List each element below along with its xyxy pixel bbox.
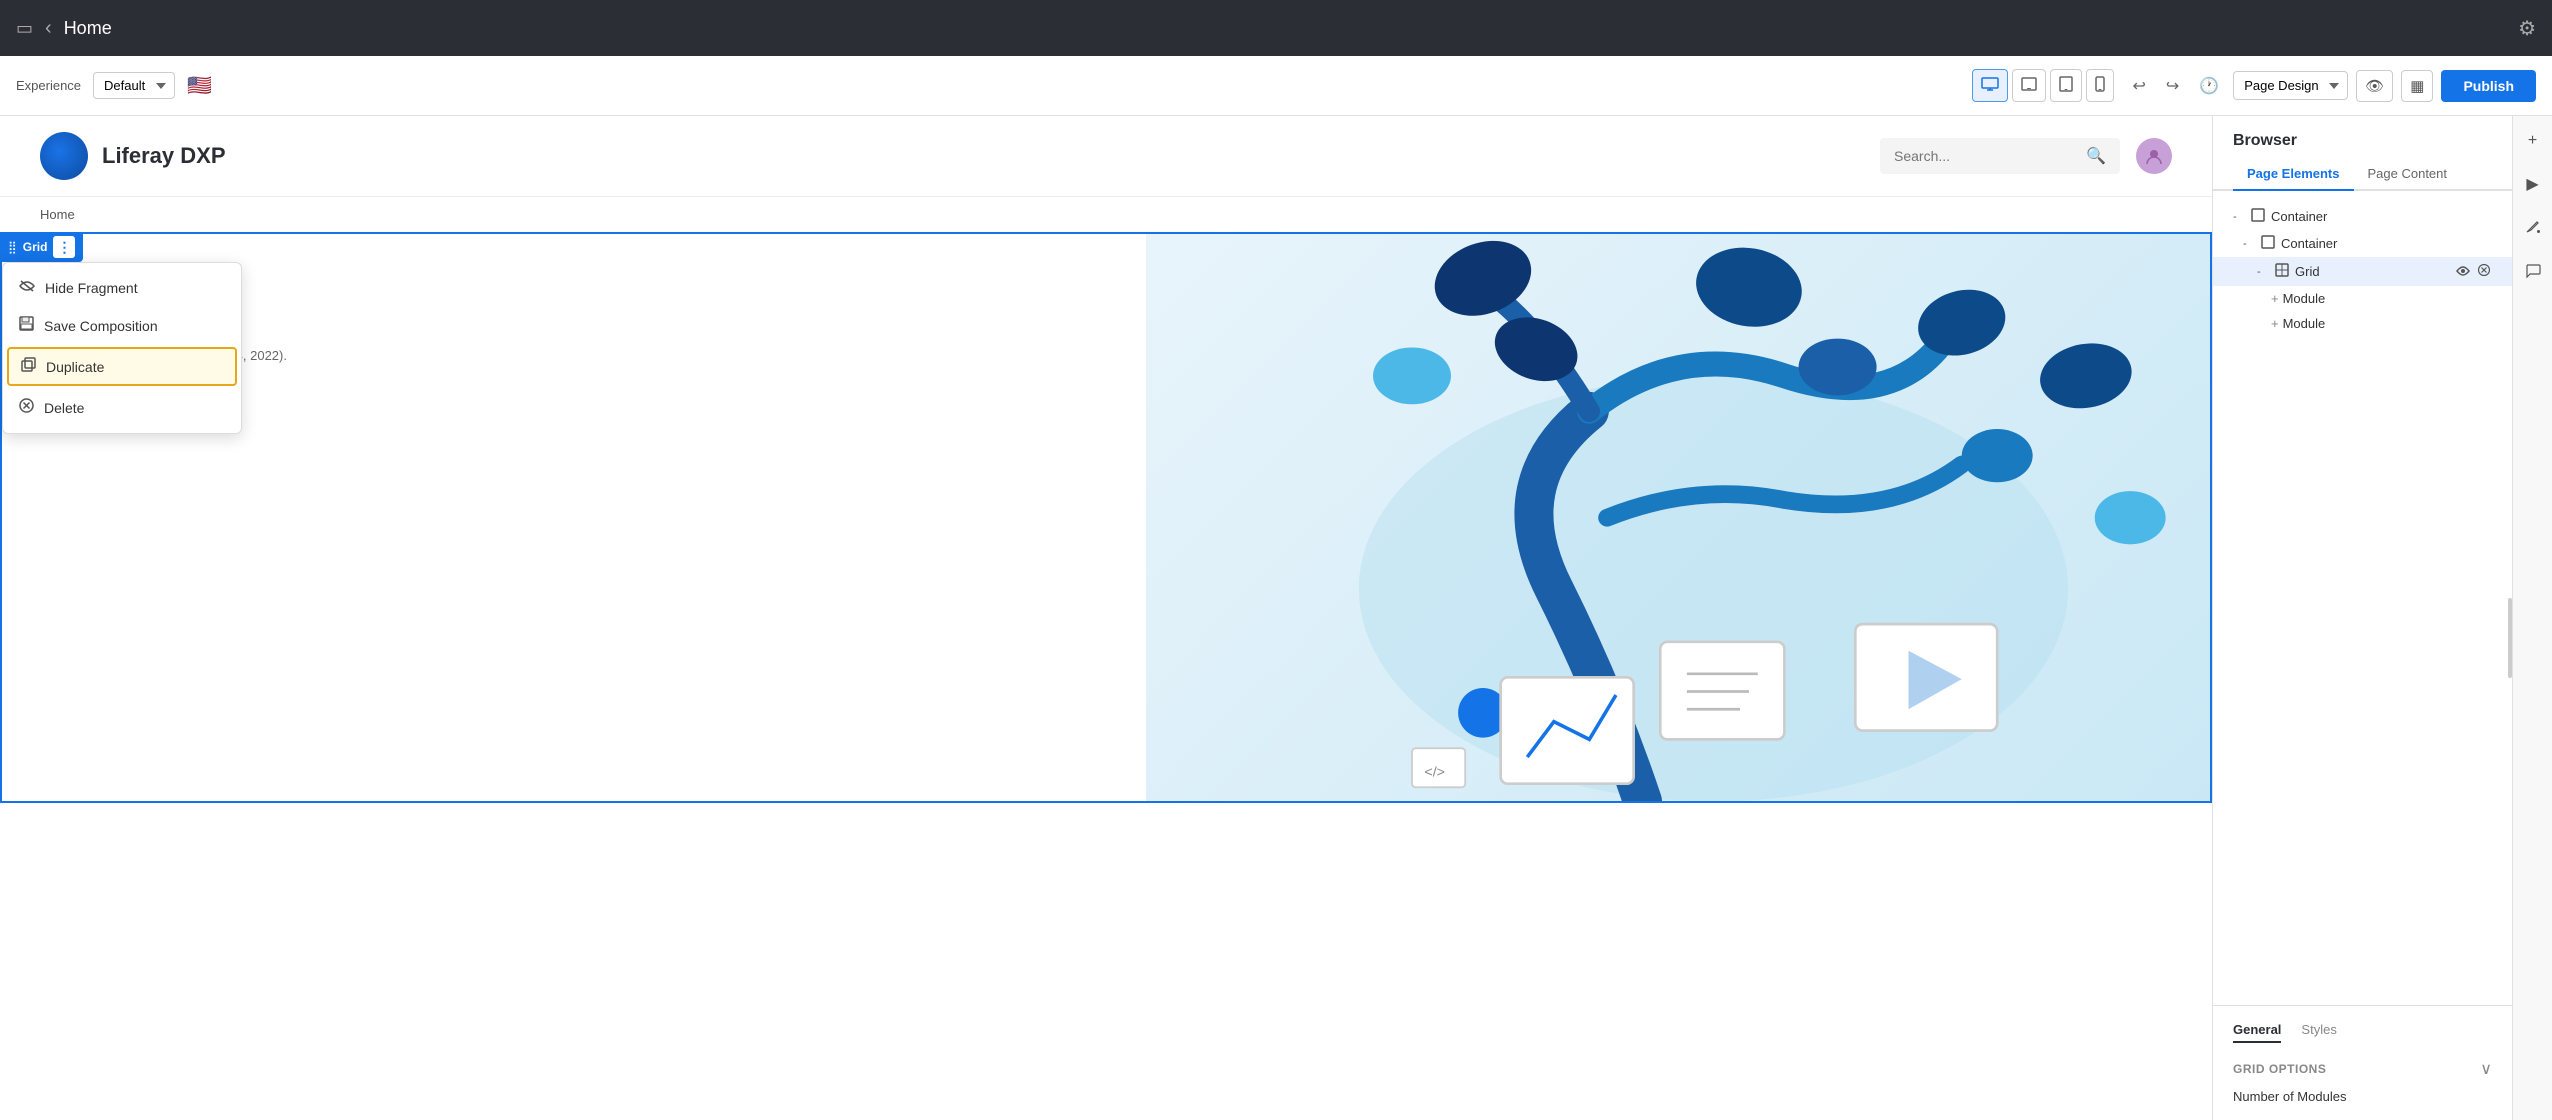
main-layout: Liferay DXP 🔍 Home ⣿ Grid ⋮: [0, 116, 2552, 1120]
breadcrumb: Home: [0, 197, 2212, 232]
far-right-chat-btn[interactable]: [2521, 259, 2545, 288]
history-button[interactable]: 🕐: [2193, 72, 2225, 100]
layout-button[interactable]: ▦: [2401, 70, 2433, 102]
user-avatar[interactable]: [2136, 138, 2172, 174]
fragment-area: ⣿ Grid ⋮ Hide Fragment Save Composition: [0, 232, 2212, 803]
view-button[interactable]: 👁: [2356, 70, 2393, 102]
tree-toggle-container2[interactable]: -: [2243, 238, 2257, 250]
top-bar-left: ▭ ‹ Home: [16, 17, 112, 40]
bottom-tabs: General Styles: [2233, 1022, 2492, 1043]
right-sidebar: Browser Page Elements Page Content - Con…: [2212, 116, 2512, 1120]
page-design-select[interactable]: Page Design: [2233, 71, 2348, 100]
context-menu-duplicate[interactable]: Duplicate: [7, 347, 237, 386]
tab-styles[interactable]: Styles: [2301, 1022, 2336, 1043]
tab-general[interactable]: General: [2233, 1022, 2281, 1043]
module2-plus: +: [2271, 316, 2279, 331]
far-right-add-btn[interactable]: +: [2524, 128, 2541, 154]
fragment-menu-button[interactable]: ⋮: [53, 236, 75, 258]
grid-visibility-btn[interactable]: [2454, 262, 2472, 281]
grid-options-title: GRID OPTIONS: [2233, 1062, 2326, 1076]
canvas-content: Welcom Liferay Digital E...(Cavanaugh / …: [2, 234, 2210, 801]
site-title: Liferay DXP: [102, 143, 1880, 169]
device-desktop-btn[interactable]: [1972, 69, 2008, 102]
device-icons: [1972, 69, 2114, 102]
element-tree: - Container - Container - Grid: [2213, 191, 2512, 1005]
context-menu-save[interactable]: Save Composition: [3, 306, 241, 345]
context-menu-delete[interactable]: Delete: [3, 388, 241, 427]
tree-label-container1: Container: [2271, 209, 2327, 224]
site-search-bar[interactable]: 🔍: [1880, 138, 2120, 174]
container-icon-1: [2251, 208, 2265, 225]
grid-options-toggle[interactable]: ∨: [2480, 1059, 2492, 1079]
page-title: Home: [64, 18, 112, 39]
canvas-area: Liferay DXP 🔍 Home ⣿ Grid ⋮: [0, 116, 2212, 1120]
num-modules-row: Number of Modules: [2233, 1089, 2492, 1104]
far-right-panel: + ▶: [2512, 116, 2552, 1120]
search-input[interactable]: [1894, 148, 2078, 164]
device-tablet-btn[interactable]: [2050, 69, 2082, 102]
far-right-play-btn[interactable]: ▶: [2522, 170, 2542, 198]
tree-label-container2: Container: [2281, 236, 2337, 251]
experience-label: Experience: [16, 78, 81, 93]
context-menu: Hide Fragment Save Composition Duplicate: [2, 262, 242, 434]
context-menu-duplicate-label: Duplicate: [46, 359, 104, 375]
tab-page-elements[interactable]: Page Elements: [2233, 158, 2354, 191]
device-laptop-btn[interactable]: [2012, 69, 2046, 102]
tree-label-module1: Module: [2283, 291, 2326, 306]
grid-tree-actions: [2454, 262, 2492, 281]
grid-tree-icon: [2275, 263, 2289, 280]
back-arrow-icon[interactable]: ‹: [45, 17, 52, 40]
toolbar: Experience Default 🇺🇸 ↩ ↪ 🕐 Page Design …: [0, 56, 2552, 116]
svg-text:</>: </>: [1424, 765, 1445, 781]
sidebar-toggle-icon[interactable]: ▭: [16, 18, 33, 39]
toolbar-actions: ↩ ↪ 🕐 Page Design 👁 ▦ Publish: [2126, 70, 2536, 102]
tree-item-module2[interactable]: + Module: [2213, 311, 2512, 336]
hide-icon: [19, 279, 35, 296]
browser-title: Browser: [2213, 116, 2512, 158]
tree-label-grid: Grid: [2295, 264, 2320, 279]
experience-select[interactable]: Default: [93, 72, 175, 99]
grid-options-section: GRID OPTIONS ∨: [2233, 1059, 2492, 1079]
search-icon: 🔍: [2086, 146, 2106, 166]
grid-remove-btn[interactable]: [2476, 262, 2492, 281]
context-menu-hide-label: Hide Fragment: [45, 280, 138, 296]
breadcrumb-home[interactable]: Home: [40, 207, 75, 222]
redo-button[interactable]: ↪: [2160, 72, 2185, 100]
publish-button[interactable]: Publish: [2441, 70, 2536, 102]
gear-icon[interactable]: ⚙: [2518, 16, 2536, 41]
undo-button[interactable]: ↩: [2126, 72, 2151, 100]
tree-item-grid[interactable]: - Grid: [2213, 257, 2512, 286]
browser-tabs: Page Elements Page Content: [2213, 158, 2512, 191]
device-mobile-btn[interactable]: [2086, 69, 2114, 102]
duplicate-icon: [21, 357, 36, 376]
tree-item-module1[interactable]: + Module: [2213, 286, 2512, 311]
site-header: Liferay DXP 🔍: [0, 116, 2212, 197]
fragment-label: Grid: [23, 240, 48, 254]
delete-icon: [19, 398, 34, 417]
module1-plus: +: [2271, 291, 2279, 306]
flag-icon: 🇺🇸: [187, 73, 212, 98]
save-icon: [19, 316, 34, 335]
site-logo: [40, 132, 88, 180]
tree-item-container2[interactable]: - Container: [2213, 230, 2512, 257]
fragment-drag-handle[interactable]: ⣿: [8, 240, 17, 254]
tab-page-content[interactable]: Page Content: [2354, 158, 2462, 191]
tree-toggle-container1[interactable]: -: [2233, 211, 2247, 223]
num-modules-label: Number of Modules: [2233, 1089, 2346, 1104]
context-menu-save-label: Save Composition: [44, 318, 158, 334]
top-bar: ▭ ‹ Home ⚙: [0, 0, 2552, 56]
scroll-indicator: [2508, 598, 2512, 678]
tree-item-container1[interactable]: - Container: [2213, 203, 2512, 230]
far-right-paint-btn[interactable]: [2521, 214, 2545, 243]
context-menu-delete-label: Delete: [44, 400, 84, 416]
sidebar-bottom-panel: General Styles GRID OPTIONS ∨ Number of …: [2213, 1005, 2512, 1120]
tree-label-module2: Module: [2283, 316, 2326, 331]
tree-toggle-grid[interactable]: -: [2257, 266, 2271, 278]
fragment-toolbar: ⣿ Grid ⋮: [0, 232, 83, 262]
container-icon-2: [2261, 235, 2275, 252]
canvas-right-column: </>: [1146, 234, 2210, 801]
context-menu-hide[interactable]: Hide Fragment: [3, 269, 241, 306]
